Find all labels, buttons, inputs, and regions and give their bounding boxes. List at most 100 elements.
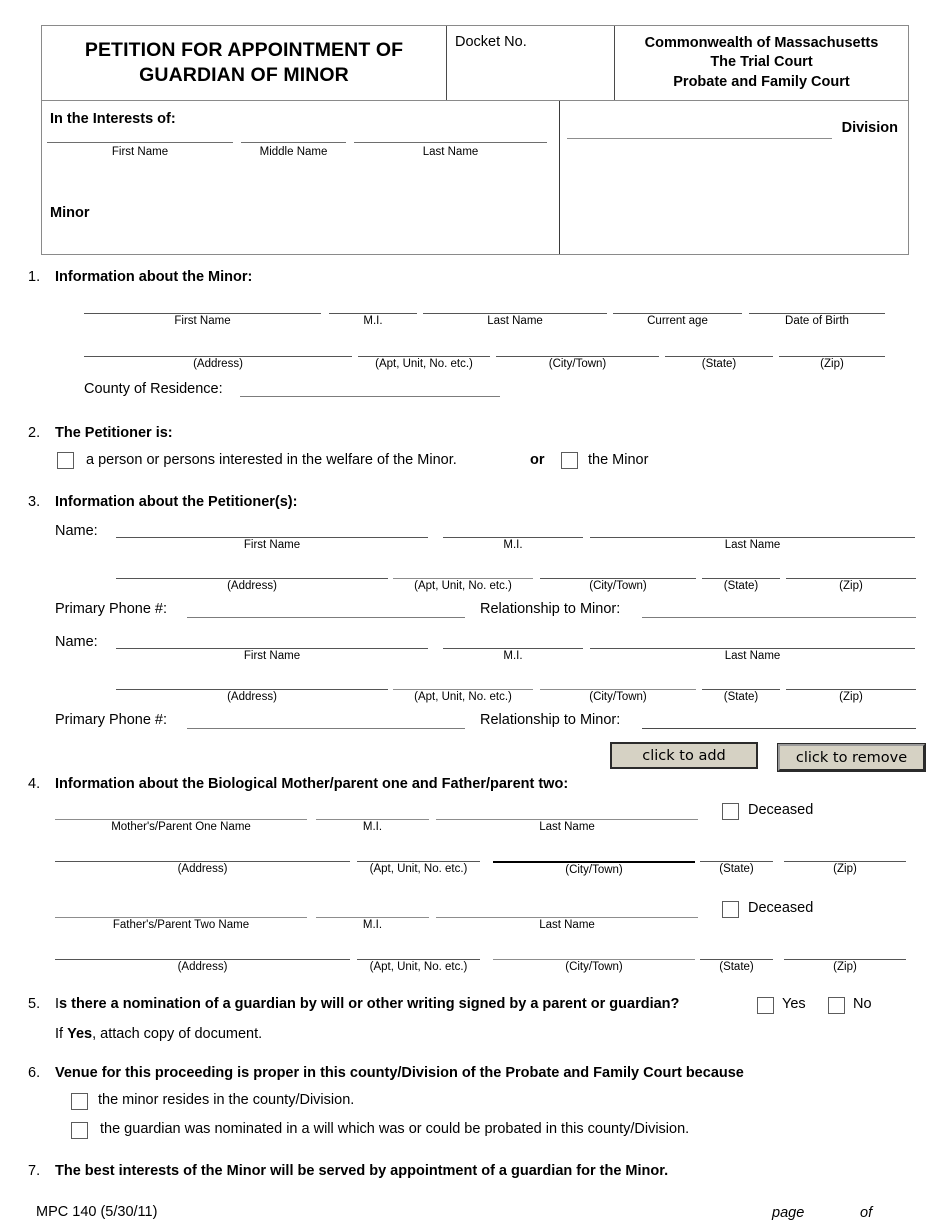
- mother-mi-field[interactable]: M.I.: [316, 819, 429, 833]
- petitioner-2-city-field[interactable]: (City/Town): [540, 689, 696, 703]
- court-line-3: Probate and Family Court: [673, 73, 850, 90]
- petitioner-2-zip-caption: (Zip): [839, 691, 863, 703]
- petitioner-2-phone-input[interactable]: [187, 728, 465, 729]
- petitioner-2-address-field[interactable]: (Address): [116, 689, 388, 703]
- section-4-number: 4.: [28, 776, 41, 792]
- minor-address-field[interactable]: (Address): [84, 356, 352, 370]
- petitioner-is-interested-person-checkbox[interactable]: [57, 452, 74, 469]
- mother-state-field[interactable]: (State): [700, 861, 773, 875]
- petitioner-is-minor-label: the Minor: [588, 452, 649, 468]
- father-first-name-field[interactable]: Father's/Parent Two Name: [55, 917, 307, 931]
- petitioner-1-address-field[interactable]: (Address): [116, 578, 388, 592]
- county-of-residence-input[interactable]: [240, 396, 500, 397]
- form-code-footer: MPC 140 (5/30/11): [36, 1204, 158, 1220]
- petitioner-1-last-name-field[interactable]: Last Name: [590, 537, 915, 551]
- minor-date-of-birth-caption: Date of Birth: [785, 315, 849, 327]
- minor-caption-name-row: First Name Middle Name Last Name: [47, 142, 555, 158]
- venue-guardian-nominated-label: the guardian was nominated in a will whi…: [100, 1121, 690, 1137]
- division-cell: Division: [560, 101, 908, 254]
- remove-petitioner-button[interactable]: click to remove: [777, 743, 926, 772]
- petitioner-2-city-caption: (City/Town): [589, 691, 647, 703]
- mother-address-field[interactable]: (Address): [55, 861, 350, 875]
- petitioner-is-minor-checkbox[interactable]: [561, 452, 578, 469]
- petitioner-1-zip-field[interactable]: (Zip): [786, 578, 916, 592]
- petitioner-2-phone-label: Primary Phone #:: [55, 712, 168, 728]
- petitioner-1-relationship-label: Relationship to Minor:: [480, 601, 621, 617]
- docket-number-label: Docket No.: [455, 34, 527, 50]
- minor-apt-field[interactable]: (Apt, Unit, No. etc.): [358, 356, 490, 370]
- mother-apt-caption: (Apt, Unit, No. etc.): [369, 863, 468, 875]
- petitioner-2-zip-field[interactable]: (Zip): [786, 689, 916, 703]
- venue-guardian-nominated-checkbox[interactable]: [71, 1122, 88, 1139]
- section-1-heading: Information about the Minor:: [55, 269, 253, 285]
- petitioner-2-mi-field[interactable]: M.I.: [443, 648, 583, 662]
- father-deceased-checkbox[interactable]: [722, 901, 739, 918]
- petitioner-2-last-name-field[interactable]: Last Name: [590, 648, 915, 662]
- interest-last-name-field[interactable]: Last Name: [354, 142, 547, 158]
- petitioner-2-relationship-input[interactable]: [642, 728, 916, 729]
- page-title: PETITION FOR APPOINTMENT OF GUARDIAN OF …: [84, 39, 404, 86]
- add-petitioner-button[interactable]: click to add: [610, 742, 758, 769]
- venue-minor-resides-checkbox[interactable]: [71, 1093, 88, 1110]
- petitioner-1-mi-field[interactable]: M.I.: [443, 537, 583, 551]
- petitioner-or-conjunction: or: [530, 452, 545, 468]
- nomination-no-checkbox[interactable]: [828, 997, 845, 1014]
- petitioner-2-apt-field[interactable]: (Apt, Unit, No. etc.): [393, 689, 533, 703]
- section-5-note: If Yes, attach copy of document.: [55, 1026, 262, 1042]
- minor-first-name-field[interactable]: First Name: [84, 313, 321, 327]
- petitioner-1-state-field[interactable]: (State): [702, 578, 780, 592]
- mother-state-caption: (State): [719, 863, 754, 875]
- minor-mi-field[interactable]: M.I.: [329, 313, 417, 327]
- minor-last-name-caption: Last Name: [487, 315, 543, 327]
- mother-zip-caption: (Zip): [833, 863, 857, 875]
- petitioner-1-address-caption: (Address): [227, 580, 277, 592]
- section-7-number: 7.: [28, 1163, 41, 1179]
- docket-number-cell[interactable]: Docket No.: [447, 26, 615, 100]
- petitioner-1-state-caption: (State): [723, 580, 759, 592]
- petitioner-1-first-name-field[interactable]: First Name: [116, 537, 428, 551]
- mother-name-caption: Mother's/Parent One Name: [111, 821, 251, 833]
- mother-city-caption: (City/Town): [565, 864, 623, 876]
- petitioner-1-phone-input[interactable]: [187, 617, 465, 618]
- interest-middle-name-field[interactable]: Middle Name: [241, 142, 346, 158]
- petitioner-2-state-field[interactable]: (State): [702, 689, 780, 703]
- petitioner-2-first-name-field[interactable]: First Name: [116, 648, 428, 662]
- mother-apt-field[interactable]: (Apt, Unit, No. etc.): [357, 861, 480, 875]
- section-5-note-post: , attach copy of document.: [92, 1026, 263, 1042]
- petitioner-1-city-field[interactable]: (City/Town): [540, 578, 696, 592]
- venue-minor-resides-label: the minor resides in the county/Division…: [98, 1092, 355, 1108]
- minor-state-field[interactable]: (State): [665, 356, 773, 370]
- mother-last-name-field[interactable]: Last Name: [436, 819, 698, 833]
- minor-city-field[interactable]: (City/Town): [496, 356, 659, 370]
- father-city-field[interactable]: (City/Town): [493, 959, 695, 973]
- minor-last-name-field[interactable]: Last Name: [423, 313, 607, 327]
- petitioner-2-mi-caption: M.I.: [503, 650, 523, 662]
- nomination-no-label: No: [853, 996, 872, 1012]
- petitioner-1-city-caption: (City/Town): [589, 580, 647, 592]
- division-label: Division: [841, 120, 898, 136]
- mother-deceased-checkbox[interactable]: [722, 803, 739, 820]
- interest-first-name-field[interactable]: First Name: [47, 142, 233, 158]
- father-zip-field[interactable]: (Zip): [784, 959, 906, 973]
- minor-zip-field[interactable]: (Zip): [779, 356, 885, 370]
- mother-zip-field[interactable]: (Zip): [784, 861, 906, 875]
- petitioner-1-phone-label: Primary Phone #:: [55, 601, 168, 617]
- minor-date-of-birth-field[interactable]: Date of Birth: [749, 313, 885, 327]
- mother-city-field[interactable]: (City/Town): [493, 861, 695, 876]
- petitioner-2-name-label: Name:: [55, 634, 98, 650]
- nomination-yes-checkbox[interactable]: [757, 997, 774, 1014]
- petitioner-1-mi-caption: M.I.: [503, 539, 523, 551]
- father-name-caption: Father's/Parent Two Name: [112, 919, 250, 931]
- father-address-field[interactable]: (Address): [55, 959, 350, 973]
- minor-current-age-field[interactable]: Current age: [613, 313, 742, 327]
- father-state-field[interactable]: (State): [700, 959, 773, 973]
- division-input-rule[interactable]: [567, 138, 832, 139]
- petitioner-1-apt-field[interactable]: (Apt, Unit, No. etc.): [393, 578, 533, 592]
- mother-first-name-field[interactable]: Mother's/Parent One Name: [55, 819, 307, 833]
- nomination-yes-label: Yes: [782, 996, 806, 1012]
- father-mi-field[interactable]: M.I.: [316, 917, 429, 931]
- father-apt-field[interactable]: (Apt, Unit, No. etc.): [357, 959, 480, 973]
- petitioner-2-first-name-caption: First Name: [243, 650, 301, 662]
- father-last-name-field[interactable]: Last Name: [436, 917, 698, 931]
- petitioner-1-relationship-input[interactable]: [642, 617, 916, 618]
